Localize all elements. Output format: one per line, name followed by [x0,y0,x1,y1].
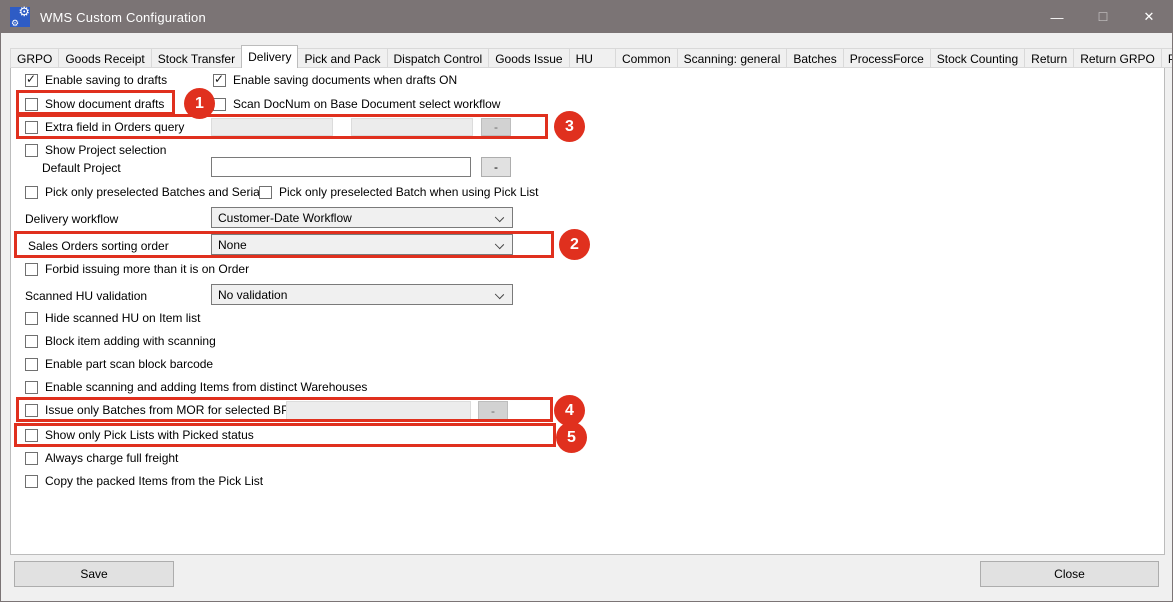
checkbox-box[interactable] [25,381,38,394]
extra-field-lookup-button[interactable]: - [481,118,511,136]
checkbox-issue-only-batches-from-mor[interactable]: Issue only Batches from MOR for selected… [25,402,295,418]
sales-orders-sorting-value: None [218,238,247,252]
maximize-icon: ☐ [1098,10,1109,24]
checkbox-box[interactable] [25,98,38,111]
checkbox-box[interactable] [259,186,272,199]
tab-common[interactable]: Common [616,48,678,68]
issue-only-batches-input[interactable] [286,401,471,420]
chevron-down-icon [495,290,504,299]
checkbox-box[interactable] [25,452,38,465]
save-button[interactable]: Save [14,561,174,587]
tab-stock-transfer[interactable]: Stock Transfer [152,48,242,68]
checkbox-enable-saving-to-drafts[interactable]: Enable saving to drafts [25,72,167,88]
checkbox-enable-scanning-adding-items-distinct-warehouses[interactable]: Enable scanning and adding Items from di… [25,379,367,395]
checkbox-box[interactable] [25,404,38,417]
chevron-down-icon [495,213,504,222]
checkbox-box[interactable] [213,74,226,87]
checkbox-show-project-selection[interactable]: Show Project selection [25,142,166,158]
checkbox-hide-scanned-hu-on-item-list[interactable]: Hide scanned HU on Item list [25,310,200,326]
tab-processforce[interactable]: ProcessForce [844,48,931,68]
title-bar: ⚙ ⚙ WMS Custom Configuration — ☐ ✕ [1,1,1172,33]
window-title: WMS Custom Configuration [40,10,206,25]
default-project-input[interactable] [211,157,471,177]
app-gear-icon: ⚙ ⚙ [10,7,30,27]
checkbox-box[interactable] [25,263,38,276]
checkbox-pick-only-preselected-batch-when-using-pick-list[interactable]: Pick only preselected Batch when using P… [259,184,538,200]
tab-stock-counting[interactable]: Stock Counting [931,48,1025,68]
tab-production[interactable]: Production [1162,48,1173,68]
checkbox-box[interactable] [25,74,38,87]
scanned-hu-validation-value: No validation [218,288,287,302]
tab-grpo[interactable]: GRPO [10,48,59,68]
sales-orders-sorting-select[interactable]: None [211,234,513,255]
delivery-workflow-value: Customer-Date Workflow [218,211,352,225]
checkbox-box[interactable] [25,144,38,157]
checkbox-show-only-pick-lists-picked[interactable]: Show only Pick Lists with Picked status [25,427,254,443]
checkbox-box[interactable] [25,186,38,199]
issue-only-batches-lookup-button[interactable]: - [478,401,508,420]
checkbox-forbid-issuing-more-than-on-order[interactable]: Forbid issuing more than it is on Order [25,261,249,277]
checkbox-block-item-adding-with-scanning[interactable]: Block item adding with scanning [25,333,216,349]
checkbox-pick-only-preselected-batches-and-serials[interactable]: Pick only preselected Batches and Serial… [25,184,268,200]
tab-pick-and-pack[interactable]: Pick and Pack [298,48,387,68]
tab-hu[interactable]: HU [570,48,616,68]
checkbox-scan-docnum-on-base-document[interactable]: Scan DocNum on Base Document select work… [213,96,500,112]
scanned-hu-validation-label: Scanned HU validation [25,289,147,303]
delivery-workflow-label: Delivery workflow [25,212,118,226]
checkbox-box[interactable] [25,121,38,134]
minimize-button[interactable]: — [1034,1,1080,33]
checkbox-box[interactable] [25,475,38,488]
tab-return-grpo[interactable]: Return GRPO [1074,48,1162,68]
x-icon: ✕ [1144,9,1155,25]
gear-icon: ⚙ [11,18,19,29]
maximize-button[interactable]: ☐ [1080,1,1126,33]
checkbox-enable-saving-documents-when-drafts-on[interactable]: Enable saving documents when drafts ON [213,72,457,88]
scanned-hu-validation-select[interactable]: No validation [211,284,513,305]
chevron-down-icon [495,240,504,249]
default-project-label: Default Project [42,161,121,175]
checkbox-box[interactable] [213,98,226,111]
checkbox-extra-field-in-orders-query[interactable]: Extra field in Orders query [25,119,184,135]
checkbox-box[interactable] [25,312,38,325]
tab-scanning-general[interactable]: Scanning: general [678,48,788,68]
gear-icon: ⚙ [18,4,30,20]
checkbox-enable-part-scan-block-barcode[interactable]: Enable part scan block barcode [25,356,213,372]
delivery-workflow-select[interactable]: Customer-Date Workflow [211,207,513,228]
tab-bar: GRPO Goods Receipt Stock Transfer Delive… [10,46,1173,68]
checkbox-box[interactable] [25,358,38,371]
close-window-button[interactable]: ✕ [1126,1,1172,33]
tab-goods-issue[interactable]: Goods Issue [489,48,569,68]
checkbox-show-document-drafts[interactable]: Show document drafts [25,96,164,112]
window-controls: — ☐ ✕ [1034,1,1172,33]
tab-delivery[interactable]: Delivery [241,45,298,68]
extra-field-query-input-1[interactable] [211,118,333,136]
checkbox-copy-packed-items-from-pick-list[interactable]: Copy the packed Items from the Pick List [25,473,263,489]
default-project-lookup-button[interactable]: - [481,157,511,177]
minimize-icon: — [1051,10,1064,25]
close-button[interactable]: Close [980,561,1159,587]
tab-batches[interactable]: Batches [787,48,843,68]
sales-orders-sorting-label: Sales Orders sorting order [28,239,169,253]
tab-dispatch-control[interactable]: Dispatch Control [388,48,490,68]
checkbox-box[interactable] [25,335,38,348]
tab-goods-receipt[interactable]: Goods Receipt [59,48,151,68]
app-window: ⚙ ⚙ WMS Custom Configuration — ☐ ✕ GRPO … [0,0,1173,602]
checkbox-box[interactable] [25,429,38,442]
extra-field-query-input-2[interactable] [351,118,473,136]
tab-return[interactable]: Return [1025,48,1074,68]
checkbox-always-charge-full-freight[interactable]: Always charge full freight [25,450,178,466]
